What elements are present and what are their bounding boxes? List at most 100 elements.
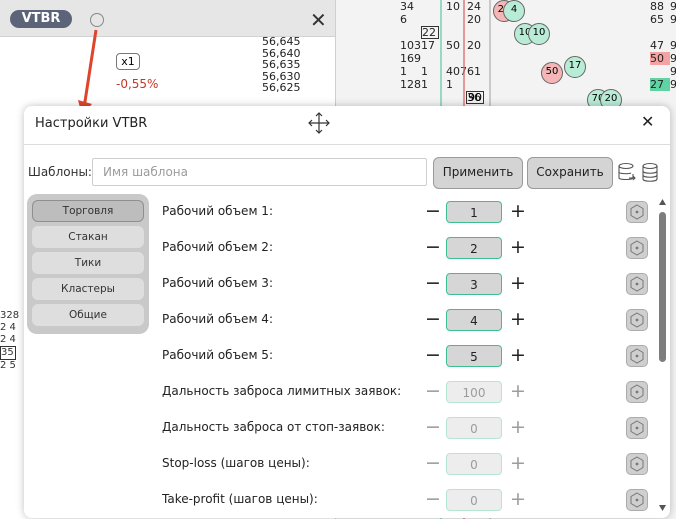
volume-cell: 47 <box>650 39 664 52</box>
tape-cell: 22 <box>421 26 439 39</box>
volume-cell: 65 <box>650 13 664 26</box>
decrement-button[interactable]: − <box>425 201 441 221</box>
panel-header: VTBR ✕ <box>0 0 335 37</box>
close-dialog-icon[interactable]: ✕ <box>641 112 654 131</box>
tape-cell <box>421 0 439 13</box>
title-divider <box>24 144 670 145</box>
scrollbar[interactable] <box>658 198 667 514</box>
tape-cell: 1 <box>421 78 428 91</box>
move-icon[interactable] <box>307 111 331 135</box>
volume-cell: 88 <box>650 0 664 13</box>
tape-cell: 169 <box>400 52 421 65</box>
cluster-bubble: 4 <box>503 0 525 22</box>
decrement-button[interactable]: − <box>425 453 441 473</box>
hex-setting-icon[interactable] <box>626 381 648 403</box>
volume-cell <box>650 26 670 39</box>
cluster-bubble: 10 <box>528 23 550 45</box>
save-button[interactable]: Сохранить <box>527 157 613 189</box>
tape-cell <box>421 13 439 26</box>
ticker-badge[interactable]: VTBR <box>10 10 72 28</box>
volume-input[interactable]: 4 <box>446 309 502 331</box>
scroll-down-icon[interactable] <box>658 504 667 512</box>
stop-loss-input[interactable]: 0 <box>446 453 502 475</box>
close-icon[interactable]: ✕ <box>310 8 327 32</box>
strip-cell: 328 <box>0 310 20 321</box>
decrement-button[interactable]: − <box>425 237 441 257</box>
decrement-button[interactable]: − <box>425 417 441 437</box>
volume-cell: 9 <box>670 65 676 78</box>
price-column: 56,645 56,640 56,635 56,630 56,625 <box>262 36 301 94</box>
decrement-button[interactable]: − <box>425 489 441 509</box>
decrement-button[interactable]: − <box>425 309 441 329</box>
hex-setting-icon[interactable] <box>626 201 648 223</box>
setting-label: Дальность заброса лимитных заявок: <box>162 384 402 398</box>
gear-icon[interactable] <box>90 13 104 27</box>
scroll-up-icon[interactable] <box>658 198 667 206</box>
decrement-button[interactable]: − <box>425 273 441 293</box>
hex-setting-icon[interactable] <box>626 453 648 475</box>
increment-button[interactable]: + <box>510 381 526 401</box>
volume-cell: 27 <box>650 78 670 91</box>
limit-distance-input[interactable]: 100 <box>446 381 502 403</box>
scrollbar-thumb[interactable] <box>659 212 666 362</box>
increment-button[interactable]: + <box>510 489 526 509</box>
volume-input[interactable]: 5 <box>446 345 502 367</box>
sidebar-item-orderbook[interactable]: Стакан <box>32 226 144 248</box>
increment-button[interactable]: + <box>510 309 526 329</box>
tape-cell <box>467 78 487 91</box>
setting-label: Дальность заброса от стоп-заявок: <box>162 420 385 434</box>
tape-cell: 17 <box>421 39 435 52</box>
decrement-button[interactable]: − <box>425 381 441 401</box>
cluster-bubble: 17 <box>564 56 586 78</box>
take-profit-input[interactable]: 0 <box>446 489 502 511</box>
dialog-title: Настройки VTBR <box>35 116 148 131</box>
increment-button[interactable]: + <box>510 273 526 293</box>
setting-label: Рабочий объем 5: <box>162 348 273 362</box>
tape-cell <box>421 52 439 65</box>
apply-button[interactable]: Применить <box>433 157 523 189</box>
volume-cell <box>670 26 676 39</box>
settings-dialog: Настройки VTBR ✕ Шаблоны: Применить Сохр… <box>24 106 670 518</box>
hex-setting-icon[interactable] <box>626 489 648 511</box>
sidebar-item-clusters[interactable]: Кластеры <box>32 278 144 300</box>
tape-cell <box>400 26 418 39</box>
strip-cell: 2 5 <box>0 360 16 371</box>
increment-button[interactable]: + <box>510 345 526 365</box>
template-name-input[interactable] <box>92 158 427 186</box>
hex-setting-icon[interactable] <box>626 345 648 367</box>
increment-button[interactable]: + <box>510 201 526 221</box>
volume-cell: 9 <box>670 13 676 26</box>
increment-button[interactable]: + <box>510 417 526 437</box>
volume-input[interactable]: 3 <box>446 273 502 295</box>
hex-setting-icon[interactable] <box>626 417 648 439</box>
hex-setting-icon[interactable] <box>626 309 648 331</box>
sidebar-item-general[interactable]: Общие <box>32 304 144 326</box>
tape-cell: 24 <box>467 0 481 13</box>
change-percent: -0,55% <box>116 77 159 91</box>
setting-label: Рабочий объем 3: <box>162 276 273 290</box>
database-icon[interactable] <box>641 162 659 184</box>
price-level: 56,645 <box>262 35 301 48</box>
settings-sidebar: Торговля Стакан Тики Кластеры Общие <box>27 194 149 334</box>
hex-setting-icon[interactable] <box>626 237 648 259</box>
decrement-button[interactable]: − <box>425 345 441 365</box>
volume-cell: 9 <box>670 52 676 65</box>
volume-input[interactable]: 1 <box>446 201 502 223</box>
volume-cell: 9 <box>670 0 676 13</box>
tape-cell: 61 <box>467 65 481 78</box>
sidebar-item-trading[interactable]: Торговля <box>32 200 144 222</box>
increment-button[interactable]: + <box>510 237 526 257</box>
volume-cell <box>650 65 670 78</box>
hex-setting-icon[interactable] <box>626 273 648 295</box>
increment-button[interactable]: + <box>510 453 526 473</box>
multiplier-badge[interactable]: x1 <box>116 53 140 70</box>
strip-cell: 35 <box>0 346 16 360</box>
tape-highlight: 90 <box>466 91 484 104</box>
database-export-icon[interactable] <box>617 162 637 184</box>
volume-input[interactable]: 2 <box>446 237 502 259</box>
price-level: 56,625 <box>262 81 301 95</box>
tape-cell <box>467 52 487 65</box>
stop-distance-input[interactable]: 0 <box>446 417 502 439</box>
cluster-bubble: 50 <box>541 62 563 84</box>
sidebar-item-ticks[interactable]: Тики <box>32 252 144 274</box>
